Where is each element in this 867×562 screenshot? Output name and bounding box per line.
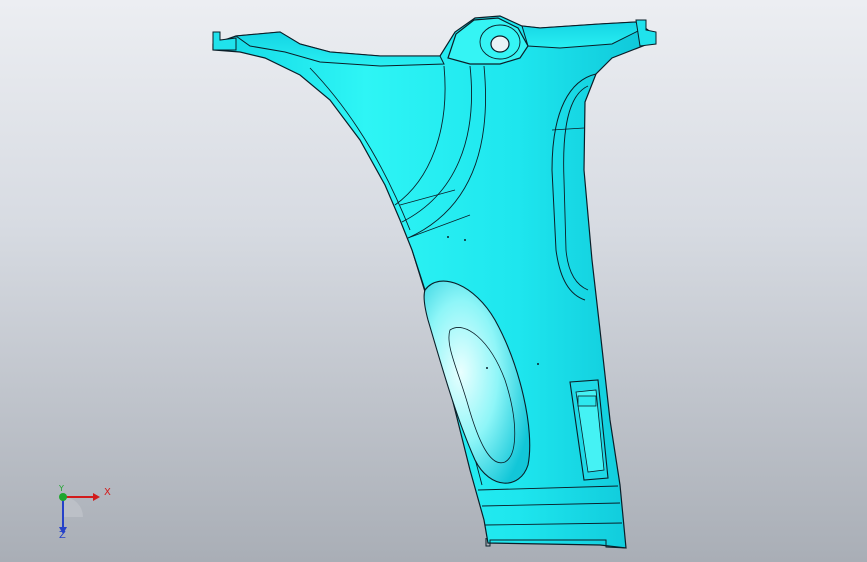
- y-axis-label: Y: [59, 484, 64, 493]
- coordinate-triad: X Y Z: [48, 484, 118, 544]
- feature-dot: [447, 236, 449, 238]
- cad-part-model[interactable]: [0, 0, 867, 562]
- feature-dot: [464, 239, 466, 241]
- left-clip-tab: [212, 31, 237, 51]
- feature-dot: [486, 367, 488, 369]
- mounting-hole: [490, 35, 510, 53]
- clip-latch: [577, 395, 597, 407]
- top-flange: [234, 31, 445, 67]
- right-clip-tab: [635, 19, 657, 47]
- x-axis-label: X: [104, 487, 111, 498]
- graphics-viewport[interactable]: X Y Z: [0, 0, 867, 562]
- feature-dot: [537, 363, 539, 365]
- z-axis-label: Z: [59, 530, 66, 541]
